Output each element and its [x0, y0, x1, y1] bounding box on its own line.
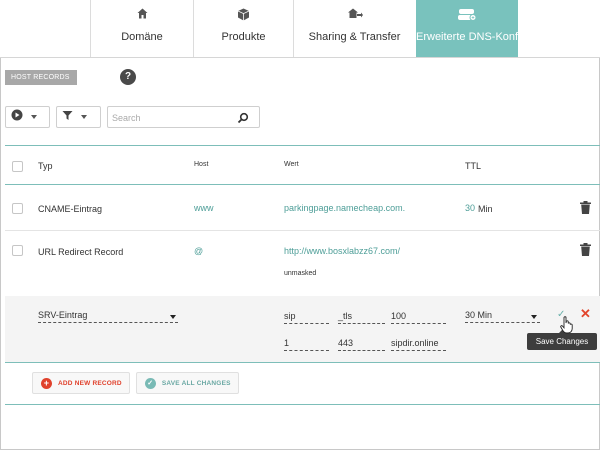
- play-circle-icon: [11, 108, 23, 126]
- record-host[interactable]: @: [194, 246, 203, 256]
- ttl-select[interactable]: 30 Min: [465, 310, 540, 323]
- port-value: 443: [338, 338, 354, 348]
- tab-sharing-label: Sharing & Transfer: [308, 31, 401, 43]
- host-records-label: HOST RECORDS: [5, 70, 77, 85]
- column-header-host: Host: [194, 161, 209, 168]
- select-all-checkbox[interactable]: [12, 161, 23, 172]
- chevron-down-icon: [81, 115, 87, 119]
- hand-cursor-icon: [560, 316, 574, 339]
- trash-icon[interactable]: [580, 243, 591, 261]
- tab-advanced-dns-label: Erweiterte DNS-Konfiguration: [416, 31, 561, 43]
- record-ttl-value[interactable]: 30: [465, 203, 475, 213]
- chevron-down-icon: [531, 315, 537, 319]
- protocol-input[interactable]: _tls: [338, 311, 385, 324]
- edit-record-row: [5, 296, 600, 362]
- search-input[interactable]: [112, 110, 232, 125]
- add-new-record-button[interactable]: + ADD NEW RECORD: [32, 372, 130, 394]
- column-header-type: Typ: [38, 161, 53, 171]
- tab-sharing-transfer[interactable]: Sharing & Transfer: [293, 0, 415, 57]
- tab-products-label: Produkte: [221, 31, 266, 43]
- save-all-changes-button[interactable]: ✓ SAVE ALL CHANGES: [135, 372, 239, 394]
- bottom-actions: + ADD NEW RECORD ✓ SAVE ALL CHANGES: [32, 372, 239, 394]
- tab-domain[interactable]: Domäne: [90, 0, 193, 57]
- trash-icon[interactable]: [580, 201, 591, 219]
- home-icon: [91, 8, 193, 22]
- chevron-down-icon: [31, 115, 37, 119]
- record-ttl-unit: Min: [478, 204, 493, 214]
- row-divider: [5, 230, 600, 231]
- server-icon: [416, 8, 518, 22]
- footer-border: [5, 404, 600, 405]
- service-value: sip: [284, 311, 296, 321]
- plus-icon: +: [41, 377, 52, 389]
- redirect-mode[interactable]: unmasked: [284, 270, 316, 277]
- record-value[interactable]: http://www.bosxlabzz67.com/: [284, 246, 400, 256]
- tab-domain-label: Domäne: [121, 31, 163, 43]
- service-input[interactable]: sip: [284, 311, 329, 324]
- row-checkbox[interactable]: [12, 203, 23, 214]
- add-new-record-label: ADD NEW RECORD: [58, 379, 122, 387]
- ttl-select-value: 30 Min: [465, 310, 493, 320]
- record-type-dropdown[interactable]: [5, 106, 50, 128]
- weight-input[interactable]: 1: [284, 338, 329, 351]
- chevron-down-icon: [170, 315, 176, 319]
- record-value[interactable]: parkingpage.namecheap.com.: [284, 203, 405, 213]
- filter-icon: [62, 108, 73, 126]
- record-type-select-value: SRV-Eintrag: [38, 310, 88, 320]
- save-all-changes-label: SAVE ALL CHANGES: [161, 379, 231, 387]
- search-icon[interactable]: [237, 111, 249, 129]
- port-input[interactable]: 443: [338, 338, 385, 351]
- protocol-value: _tls: [338, 311, 353, 321]
- help-icon[interactable]: ?: [120, 69, 136, 85]
- column-header-ttl: TTL: [465, 161, 482, 171]
- record-type: CNAME-Eintrag: [38, 204, 103, 214]
- target-input[interactable]: sipdir.online: [391, 338, 446, 351]
- search-box[interactable]: [107, 106, 260, 128]
- filter-dropdown[interactable]: [56, 106, 101, 128]
- edit-row-bottom-border: [5, 362, 600, 363]
- record-type-select[interactable]: SRV-Eintrag: [38, 310, 178, 323]
- priority-value: 100: [391, 311, 407, 321]
- box-icon: [194, 8, 293, 22]
- target-value: sipdir.online: [391, 338, 439, 348]
- cancel-x-icon[interactable]: ✕: [580, 306, 591, 322]
- record-type: URL Redirect Record: [38, 247, 124, 257]
- share-icon: [294, 8, 415, 22]
- tab-products[interactable]: Produkte: [193, 0, 293, 57]
- column-header-value: Wert: [284, 161, 299, 168]
- record-host[interactable]: www: [194, 203, 214, 213]
- tab-bar: Domäne Produkte Sharing & Transfer Erwei…: [0, 0, 600, 58]
- weight-value: 1: [284, 338, 290, 348]
- header-divider: [5, 184, 600, 185]
- priority-input[interactable]: 100: [391, 311, 446, 324]
- tab-advanced-dns[interactable]: Erweiterte DNS-Konfiguration: [416, 0, 561, 57]
- check-circle-icon: ✓: [144, 377, 156, 389]
- row-checkbox[interactable]: [12, 245, 23, 256]
- table-top-border: [5, 145, 600, 146]
